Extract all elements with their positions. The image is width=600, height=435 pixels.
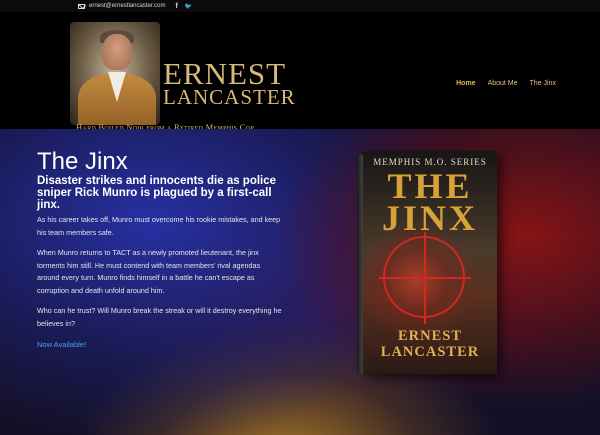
book-cover[interactable]: MEMPHIS M.O. SERIES THE JINX ERNEST LANC…	[357, 151, 497, 374]
description-paragraph-1: As his career takes off, Munro must over…	[37, 215, 281, 237]
nav-the-jinx[interactable]: The Jinx	[530, 80, 556, 87]
twitter-icon[interactable]: 🐦	[185, 3, 192, 10]
site-logo[interactable]: ERNEST LANCASTER	[163, 56, 296, 109]
email-link[interactable]: ernest@ernestlancaster.com	[89, 3, 165, 9]
book-author-last: LANCASTER	[380, 344, 480, 360]
now-available-link[interactable]: Now Available!	[37, 340, 284, 349]
facebook-icon[interactable]: f	[175, 3, 177, 10]
author-portrait[interactable]	[70, 22, 160, 125]
hero-section: The Jinx Disaster strikes and innocents …	[0, 129, 600, 435]
page-subtitle: Disaster strikes and innocents die as po…	[37, 175, 277, 211]
description-paragraph-3: Who can he trust? Will Munro break the s…	[37, 306, 282, 328]
page-title: The Jinx	[37, 148, 128, 175]
book-author-first: ERNEST	[397, 328, 463, 344]
top-bar: ernest@ernestlancaster.com f 🐦	[0, 0, 600, 12]
book-title-line2: JINX	[381, 198, 478, 238]
nav-home[interactable]: Home	[456, 80, 475, 87]
logo-name-last: LANCASTER	[163, 85, 296, 109]
logo-name-first: ERNEST	[163, 56, 287, 91]
crosshair-icon	[379, 232, 471, 324]
book-cover-front: MEMPHIS M.O. SERIES THE JINX ERNEST LANC…	[363, 151, 497, 374]
nav-about-me[interactable]: About Me	[488, 80, 518, 87]
description-paragraph-2: When Munro returns to TACT as a newly pr…	[37, 248, 261, 295]
mail-icon	[78, 3, 85, 9]
site-header: ERNEST LANCASTER Hard Boiled Noir from a…	[0, 12, 600, 132]
contact-info: ernest@ernestlancaster.com f 🐦	[78, 1, 192, 11]
portrait-head	[102, 34, 132, 70]
book-description: The Jinx Disaster strikes and innocents …	[37, 148, 284, 350]
main-nav: Home About Me The Jinx	[456, 80, 556, 87]
